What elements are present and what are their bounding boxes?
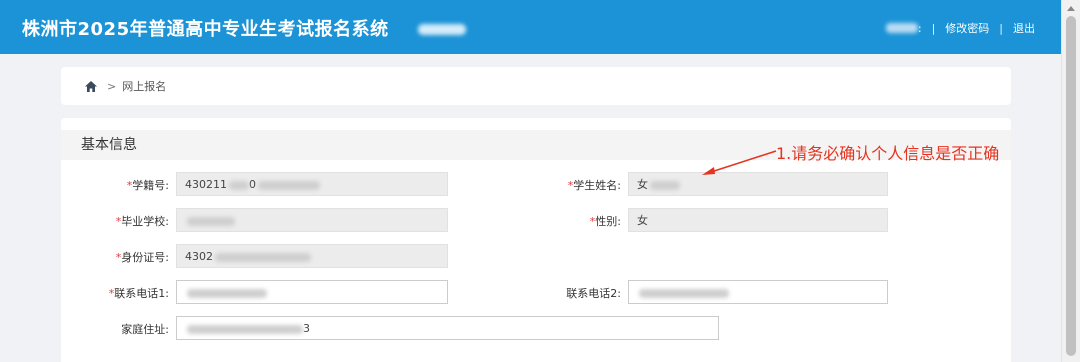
field-value: 430211 [185,178,227,191]
annotation-arrow-icon [702,150,777,175]
phone1-input[interactable] [176,280,448,304]
student-name-label: *学生姓名: [551,177,621,193]
change-password-link[interactable]: 修改密码 [945,20,989,36]
redacted-value [229,180,249,190]
header-nav: : | 修改密码 | 退出 [885,20,1035,36]
redacted-value [650,180,680,190]
nav-separator: | [999,21,1003,35]
breadcrumb: > 网上报名 [61,67,1011,105]
logout-link[interactable]: 退出 [1013,20,1035,36]
top-header: 株洲市2025年普通高中专业生考试报名系统 : | 修改密码 | 退出 [0,0,1061,54]
phone2-label: 联系电话2: [566,287,621,300]
label-text: 毕业学校: [121,215,169,228]
id-number-field: 4302 [176,244,448,268]
label-text: 身份证号: [121,251,169,264]
redacted-value [639,288,729,298]
app-title: 株洲市2025年普通高中专业生考试报名系统 [22,19,389,40]
label-text: 学生姓名: [573,179,621,192]
field-value: 3 [303,322,310,335]
nav-separator: | [931,21,936,35]
redacted-value [258,180,320,190]
redacted-username [885,23,918,33]
redacted-value [187,324,303,334]
annotation-note: 1.请务必确认个人信息是否正确 [776,144,1000,163]
field-value: 0 [249,178,256,191]
username-suffix: : [917,21,922,35]
school-label: *毕业学校: [99,213,169,229]
gender-label: *性别: [551,213,621,229]
label-text: 性别: [595,215,621,228]
scroll-up-arrow-icon[interactable] [1067,6,1075,11]
school-field [176,208,448,232]
label-text: 联系电话1: [114,287,169,300]
student-id-field: 430211 0 [176,172,448,196]
address-label: 家庭住址: [121,323,169,336]
gender-field: 女 [628,208,888,232]
redacted-value [187,288,267,298]
field-value: 女 [637,178,648,191]
redacted-value [215,252,311,262]
redacted-header-info [418,24,466,35]
field-value: 4302 [185,250,213,263]
phone1-label: *联系电话1: [99,285,169,301]
id-number-label: *身份证号: [99,249,169,265]
label-text: 学籍号: [132,179,169,192]
breadcrumb-separator: > [107,79,117,93]
address-input[interactable]: 3 [176,316,719,340]
redacted-value [187,216,235,226]
scroll-thumb[interactable] [1066,16,1076,356]
breadcrumb-current: 网上报名 [122,80,167,93]
home-icon[interactable] [85,80,97,92]
phone2-input[interactable] [628,280,888,304]
student-id-label: *学籍号: [99,177,169,193]
vertical-scrollbar[interactable] [1061,0,1080,362]
